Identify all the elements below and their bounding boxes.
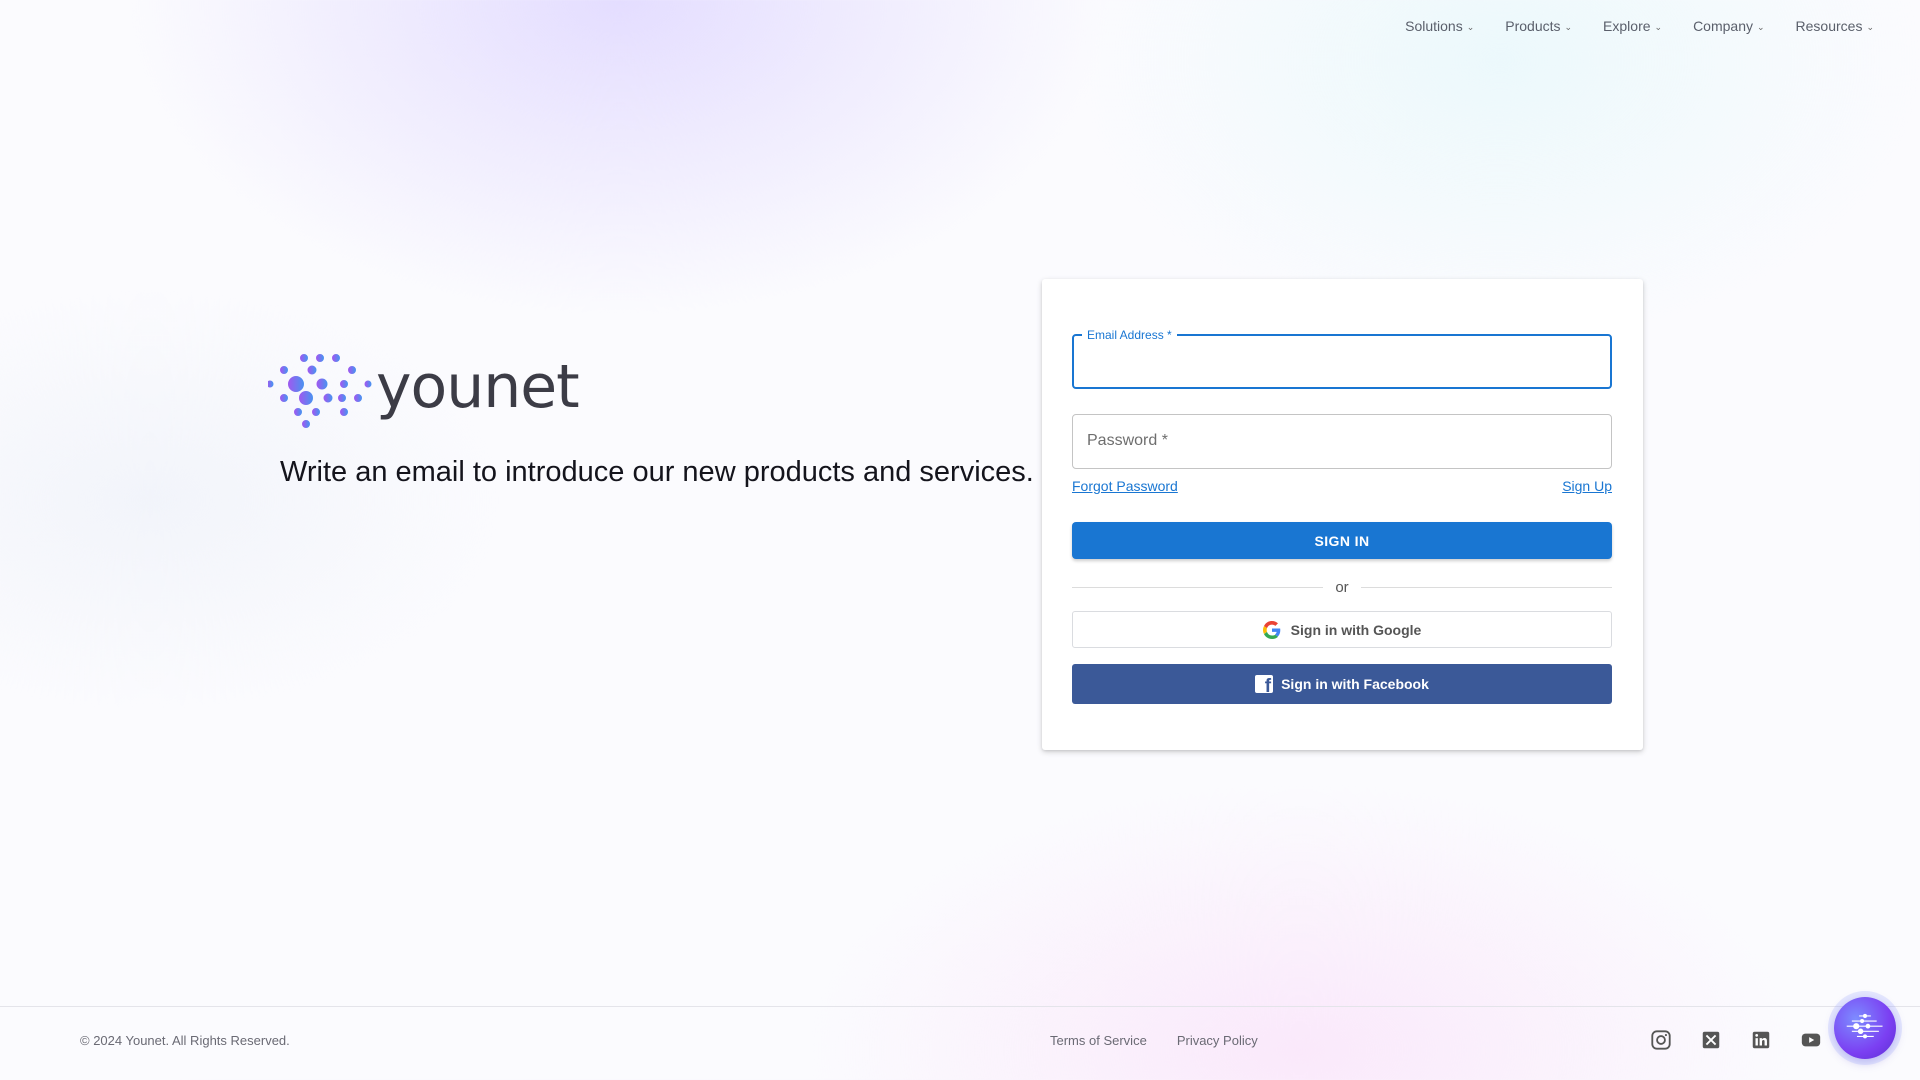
chevron-down-icon: ⌄ (1756, 21, 1765, 32)
chevron-down-icon: ⌄ (1466, 21, 1475, 32)
nav-label: Products (1505, 18, 1561, 34)
top-nav: Solutions ⌄ Products ⌄ Explore ⌄ Company… (1405, 18, 1874, 34)
nav-label: Company (1693, 18, 1753, 34)
sign-in-button[interactable]: SIGN IN (1072, 522, 1612, 559)
facebook-sign-in-button[interactable]: f Sign in with Facebook (1072, 664, 1612, 704)
password-field[interactable]: Password * (1072, 414, 1612, 469)
linkedin-icon[interactable] (1750, 1029, 1772, 1051)
nav-solutions[interactable]: Solutions ⌄ (1405, 18, 1474, 34)
facebook-icon: f (1255, 675, 1274, 693)
sign-up-link[interactable]: Sign Up (1562, 478, 1612, 494)
brand-name: younet (376, 352, 580, 422)
nav-label: Resources (1795, 18, 1863, 34)
auth-links: Forgot Password Sign Up (1072, 478, 1612, 494)
social-links (1650, 1029, 1822, 1051)
or-text: or (1335, 579, 1349, 596)
nav-products[interactable]: Products ⌄ (1505, 18, 1572, 34)
nav-resources[interactable]: Resources ⌄ (1796, 18, 1874, 34)
youtube-icon[interactable] (1800, 1029, 1822, 1051)
login-card: Email Address * Password * Forgot Passwo… (1042, 279, 1643, 750)
privacy-link[interactable]: Privacy Policy (1177, 1033, 1258, 1048)
email-field[interactable]: Email Address * (1072, 328, 1612, 389)
divider-line (1360, 587, 1612, 588)
terms-link[interactable]: Terms of Service (1050, 1033, 1147, 1048)
footer: © 2024 Younet. All Rights Reserved. Term… (0, 1006, 1920, 1080)
instagram-icon[interactable] (1650, 1029, 1672, 1051)
logo-mark-icon (268, 354, 372, 428)
divider-line (1072, 587, 1324, 588)
nav-explore[interactable]: Explore ⌄ (1603, 18, 1662, 34)
email-input[interactable] (1074, 336, 1610, 387)
brand-logo: younet (268, 352, 580, 432)
forgot-password-link[interactable]: Forgot Password (1072, 478, 1178, 494)
x-icon[interactable] (1700, 1029, 1722, 1051)
google-sign-in-button[interactable]: Sign in with Google (1072, 611, 1612, 648)
google-button-label: Sign in with Google (1290, 621, 1422, 638)
chevron-down-icon: ⌄ (1564, 21, 1573, 32)
or-divider: or (1072, 579, 1612, 596)
nav-label: Explore (1603, 18, 1651, 34)
chevron-down-icon: ⌄ (1866, 21, 1874, 32)
assistant-chat-button[interactable] (1834, 997, 1896, 1059)
google-icon (1262, 620, 1280, 639)
nav-company[interactable]: Company ⌄ (1693, 18, 1764, 34)
footer-links: Terms of Service Privacy Policy (1050, 1033, 1258, 1048)
email-label: Email Address * (1082, 328, 1177, 342)
facebook-button-label: Sign in with Facebook (1281, 676, 1429, 692)
chevron-down-icon: ⌄ (1654, 21, 1663, 32)
assistant-logo-icon (1846, 1013, 1883, 1039)
nav-label: Solutions (1405, 18, 1463, 34)
hero-tagline: Write an email to introduce our new prod… (280, 456, 1034, 488)
password-input[interactable] (1073, 415, 1611, 468)
copyright-text: © 2024 Younet. All Rights Reserved. (80, 1033, 290, 1048)
